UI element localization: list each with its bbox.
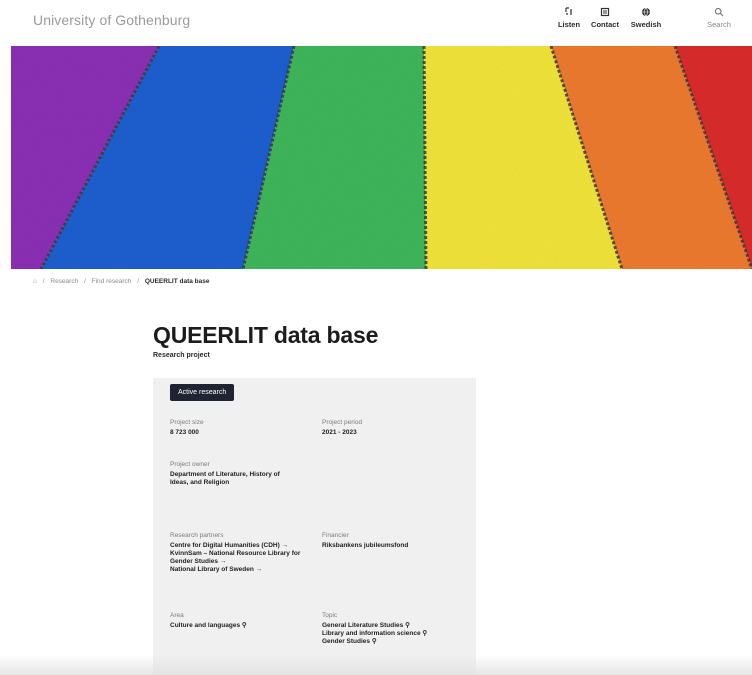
partner-link-kvinnsam[interactable]: KvinnSam – National Resource Library for…: [170, 550, 302, 566]
topic-link-literature[interactable]: General Literature Studies ⚲: [322, 622, 450, 630]
contact-button[interactable]: Contact: [583, 7, 627, 29]
page-subtitle: Research project: [153, 352, 210, 359]
topic-field: Topic General Literature Studies ⚲ Libra…: [322, 612, 450, 646]
rainbow-crosswalk-image: [11, 46, 752, 269]
financier-label: Financier: [322, 532, 349, 539]
financier-value: Riksbankens jubileumsfond: [322, 542, 409, 549]
area-link-culture[interactable]: Culture and languages ⚲: [170, 622, 310, 630]
project-size-label: Project size: [170, 419, 204, 426]
breadcrumb-research[interactable]: Research: [50, 278, 78, 285]
globe-icon: [642, 7, 650, 17]
project-period-field: Project period 2021 - 2023: [322, 419, 462, 437]
breadcrumb-separator: /: [137, 278, 140, 285]
area-label: Area: [170, 612, 184, 619]
search-label: Search: [707, 20, 731, 29]
project-info-panel: Active research Project size 8 723 000 P…: [153, 378, 476, 675]
project-period-value: 2021 - 2023: [322, 429, 357, 436]
topic-link-library-science[interactable]: Library and information science ⚲: [322, 630, 450, 638]
partner-link-national-library[interactable]: National Library of Sweden →: [170, 566, 302, 574]
home-icon[interactable]: ⌂: [33, 278, 37, 285]
bottom-scroll-fade: [0, 655, 752, 675]
search-icon: [714, 7, 724, 17]
swedish-label: Swedish: [630, 20, 662, 29]
swedish-language-button[interactable]: Swedish: [624, 7, 668, 29]
breadcrumb: ⌂ / Research / Find research / QUEERLIT …: [33, 278, 213, 285]
listen-icon: [565, 7, 572, 15]
project-period-label: Project period: [322, 419, 363, 426]
search-button[interactable]: Search: [697, 7, 741, 29]
topic-link-gender[interactable]: Gender Studies ⚲: [322, 638, 450, 646]
breadcrumb-find-research[interactable]: Find research: [92, 278, 132, 285]
breadcrumb-current: QUEERLIT data base: [144, 278, 210, 285]
research-partners-field: Research partners Centre for Digital Hum…: [170, 532, 302, 574]
topic-label: Topic: [322, 612, 338, 619]
contact-label: Contact: [591, 20, 619, 29]
project-owner-label: Project owner: [170, 461, 210, 468]
research-partners-label: Research partners: [170, 532, 224, 539]
contact-icon: [600, 7, 610, 17]
site-header: University of Gothenburg Listen Contact …: [0, 0, 752, 44]
partner-link-cdh[interactable]: Centre for Digital Humanities (CDH) →: [170, 542, 302, 550]
listen-label: Listen: [557, 20, 581, 29]
project-size-field: Project size 8 723 000: [170, 419, 300, 437]
hero-image: [11, 46, 752, 269]
financier-field: Financier Riksbankens jubileumsfond: [322, 532, 462, 550]
page-title: QUEERLIT data base: [153, 322, 379, 348]
project-owner-value: Department of Literature, History of Ide…: [170, 471, 280, 486]
breadcrumb-separator: /: [84, 278, 86, 285]
status-badge: Active research: [170, 384, 235, 401]
project-size-value: 8 723 000: [170, 429, 199, 436]
area-field: Area Culture and languages ⚲: [170, 612, 310, 630]
university-logo[interactable]: University of Gothenburg: [33, 12, 190, 28]
project-owner-field: Project owner Department of Literature, …: [170, 461, 298, 487]
breadcrumb-separator: /: [42, 278, 45, 285]
